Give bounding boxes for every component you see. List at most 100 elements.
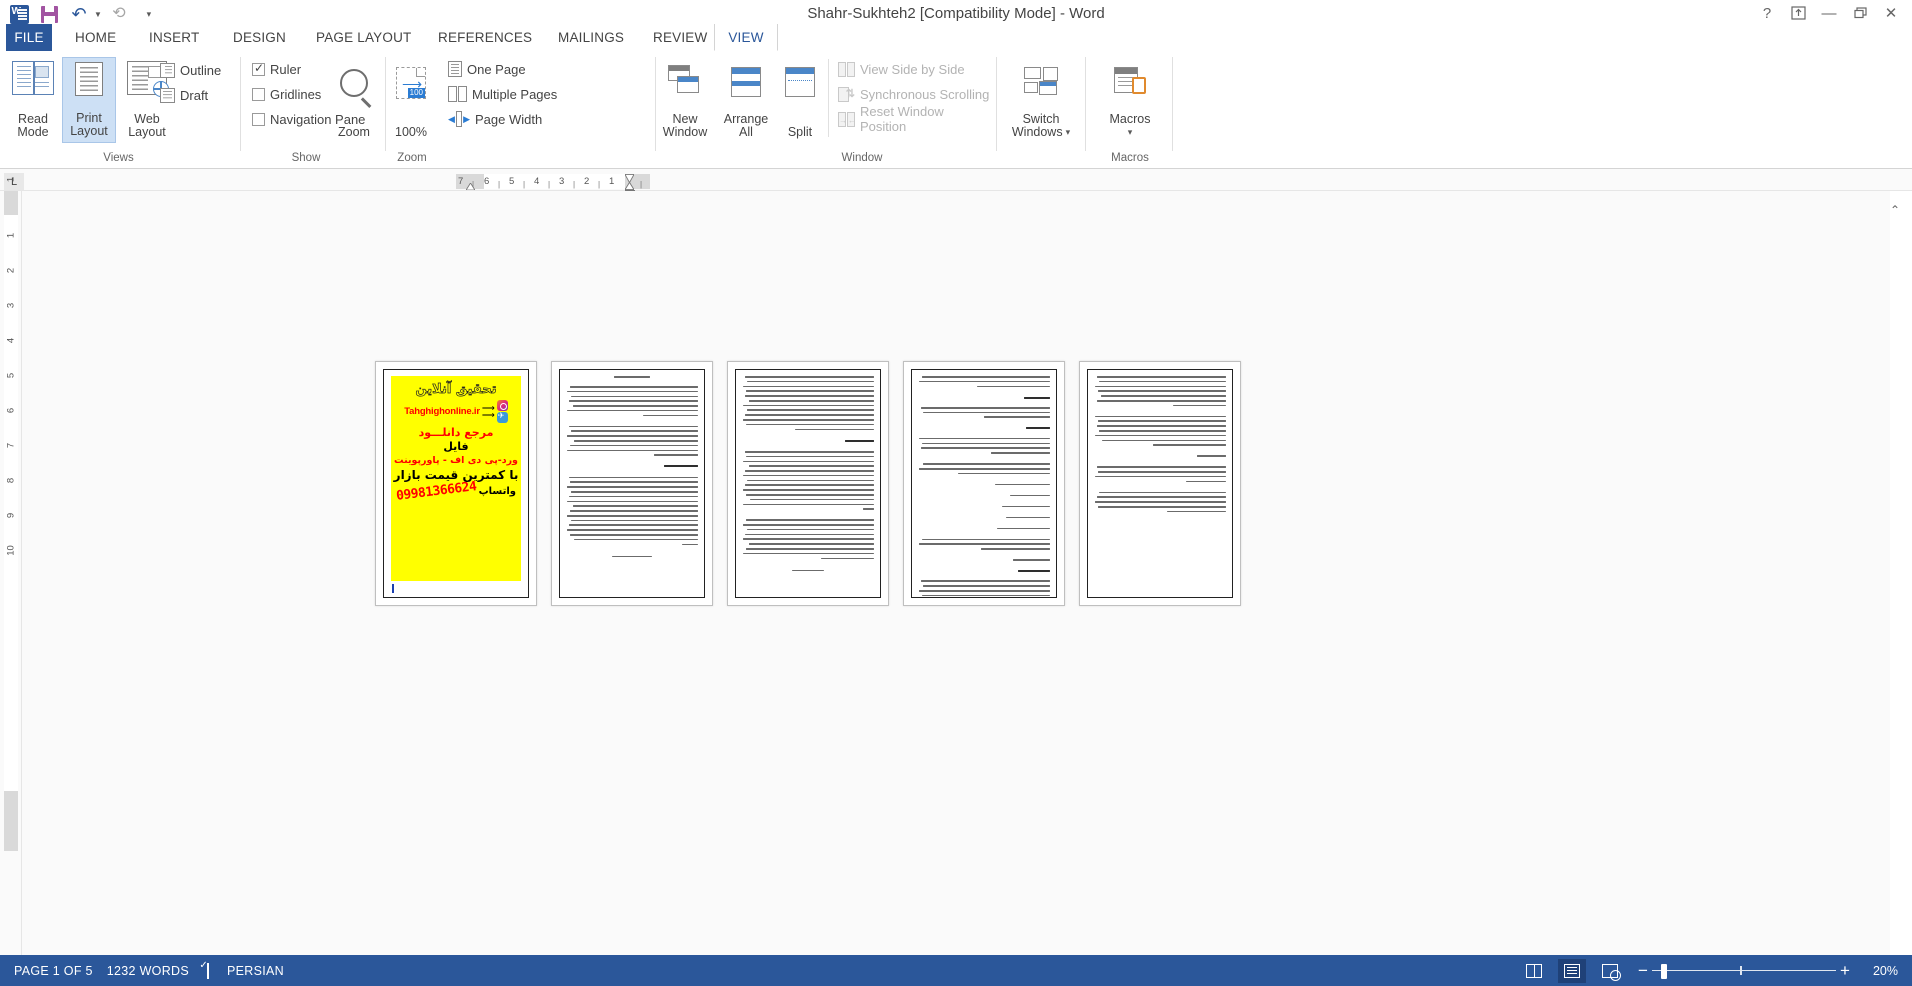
outline-button[interactable]: Outline [160, 59, 221, 81]
print-layout-icon [75, 62, 103, 96]
print-layout-view-icon [1564, 963, 1580, 978]
chevron-down-icon: ▾ [1127, 127, 1133, 137]
chevron-down-icon: ▾ [1065, 127, 1071, 137]
ruler-tick: | [498, 180, 501, 189]
collapse-ribbon-button[interactable]: ⌃ [1890, 203, 1900, 217]
tab-design[interactable]: DESIGN [220, 24, 299, 51]
tab-review[interactable]: REVIEW [640, 24, 720, 51]
zoom-100-icon: ⟶ 100 [396, 67, 426, 99]
new-window-button[interactable]: New Window [654, 57, 716, 143]
ad-url: Tahghighonline.ir [404, 406, 480, 417]
page-indicator[interactable]: PAGE 1 OF 5 [14, 964, 93, 978]
arrange-all-button[interactable]: Arrange All [716, 57, 776, 143]
close-button[interactable]: ✕ [1876, 2, 1906, 24]
horizontal-ruler[interactable] [0, 169, 1912, 191]
zoom-slider-midpoint [1740, 965, 1742, 975]
macros-button[interactable]: Macros ▾ [1098, 57, 1162, 143]
tab-page-layout[interactable]: PAGE LAYOUT [303, 24, 424, 51]
synchronous-scrolling-icon: ⇅ [838, 86, 855, 102]
view-side-by-side-label: View Side by Side [860, 61, 965, 77]
ruler-label: Ruler [270, 61, 302, 77]
tab-references[interactable]: REFERENCES [425, 24, 545, 51]
switch-windows-button[interactable]: Switch Windows ▾ [1004, 57, 1078, 143]
draft-button[interactable]: Draft [160, 84, 208, 106]
web-layout-view-button[interactable] [1596, 959, 1624, 983]
gridlines-label: Gridlines [270, 86, 322, 102]
ruler-number-1: 1 [609, 176, 615, 187]
document-page-5[interactable] [1079, 361, 1241, 606]
document-page-4[interactable] [903, 361, 1065, 606]
web-layout-view-icon [1602, 963, 1621, 981]
vruler-number-10: 10 [5, 545, 17, 556]
checkbox-icon [252, 112, 265, 126]
zoom-slider-line [1652, 969, 1836, 971]
ruler-tick: | [548, 180, 551, 189]
document-page-1[interactable]: تحقیق آنلاین Tahghighonline.ir ⟶⟶ مرجع د… [375, 361, 537, 606]
restore-icon [1853, 7, 1867, 19]
gridlines-checkbox[interactable]: Gridlines [252, 83, 321, 105]
zoom-slider-track[interactable] [1652, 963, 1836, 979]
tab-home[interactable]: HOME [62, 24, 129, 51]
print-layout-label-2: Layout [70, 124, 108, 138]
draft-icon [160, 87, 175, 103]
zoom-level-button[interactable]: 20% [1864, 964, 1898, 978]
switch-windows-group: Switch Windows ▾ [1002, 53, 1082, 165]
page-2-content [559, 369, 705, 598]
print-layout-button[interactable]: Print Layout [62, 57, 116, 143]
page-strip: تحقیق آنلاین Tahghighonline.ir ⟶⟶ مرجع د… [375, 361, 1241, 606]
vruler-number-2: 2 [5, 267, 17, 274]
tab-view[interactable]: VIEW [714, 24, 778, 51]
one-page-button[interactable]: One Page [448, 58, 526, 80]
zoom-out-button[interactable]: − [1634, 962, 1652, 979]
word-count[interactable]: 1232 WORDS [107, 964, 189, 978]
tab-file[interactable]: FILE [6, 24, 52, 51]
outline-icon [160, 62, 175, 78]
multiple-pages-icon [448, 86, 467, 102]
view-side-by-side-button[interactable]: View Side by Side [838, 58, 965, 80]
views-group-label: Views [103, 152, 134, 164]
zoom-100-button[interactable]: ⟶ 100 100% [384, 57, 438, 143]
zoom-in-button[interactable]: + [1836, 962, 1854, 979]
zoom-slider[interactable]: − + [1634, 962, 1854, 979]
ruler-tick: | [640, 180, 643, 189]
one-page-icon [448, 61, 462, 77]
ad-phone-number: 09981366624 [395, 479, 478, 504]
document-page-2[interactable] [551, 361, 713, 606]
ribbon-group-macros: Macros ▾ Macros [1090, 53, 1170, 165]
restore-button[interactable] [1845, 2, 1875, 24]
zoom-button[interactable]: Zoom [324, 57, 384, 143]
window-controls: ? — ✕ [1752, 2, 1906, 24]
read-mode-view-icon [1526, 963, 1542, 978]
document-canvas[interactable]: تحقیق آنلاین Tahghighonline.ir ⟶⟶ مرجع د… [22, 191, 1890, 955]
vruler-top-margin [4, 191, 18, 215]
document-page-3[interactable] [727, 361, 889, 606]
proofing-errors-button[interactable] [207, 962, 209, 979]
synchronous-scrolling-button[interactable]: ⇅ Synchronous Scrolling [838, 83, 989, 105]
read-mode-label-2: Mode [17, 125, 49, 139]
hanging-indent-marker[interactable] [625, 182, 634, 190]
help-button[interactable]: ? [1752, 2, 1782, 24]
ad-line-4: با کمترین قیمت بازار [393, 468, 519, 482]
language-indicator[interactable]: PERSIAN [227, 964, 284, 978]
zoom-slider-thumb[interactable] [1661, 963, 1667, 979]
read-mode-view-button[interactable] [1520, 959, 1548, 983]
reset-window-position-button[interactable]: → ← Reset Window Position [838, 104, 992, 134]
ruler-checkbox[interactable]: Ruler [252, 58, 301, 80]
switch-windows-label-2: Windows [1011, 125, 1063, 139]
page-width-button[interactable]: ◀ ▶ Page Width [448, 108, 542, 130]
ribbon-group-window: New Window Arrange All Split View Side b… [662, 53, 992, 165]
multiple-pages-button[interactable]: Multiple Pages [448, 83, 557, 105]
split-button[interactable]: Split [776, 57, 824, 143]
ribbon-display-options-button[interactable] [1783, 2, 1813, 24]
tab-insert[interactable]: INSERT [136, 24, 212, 51]
left-indent-marker[interactable] [466, 183, 475, 190]
macros-label: Macros [1109, 112, 1151, 126]
group-separator-5 [1085, 57, 1086, 151]
print-layout-view-button[interactable] [1558, 958, 1586, 983]
tab-mailings[interactable]: MAILINGS [545, 24, 637, 51]
minimize-button[interactable]: — [1814, 2, 1844, 24]
arrow-icon: ⟶ ⟶ [481, 402, 495, 420]
read-mode-button[interactable]: Read Mode [6, 57, 60, 143]
ribbon-group-zoom: Zoom ⟶ 100 100% One Page Multiple Pages … [338, 53, 648, 165]
vruler-number-3: 3 [5, 302, 17, 309]
